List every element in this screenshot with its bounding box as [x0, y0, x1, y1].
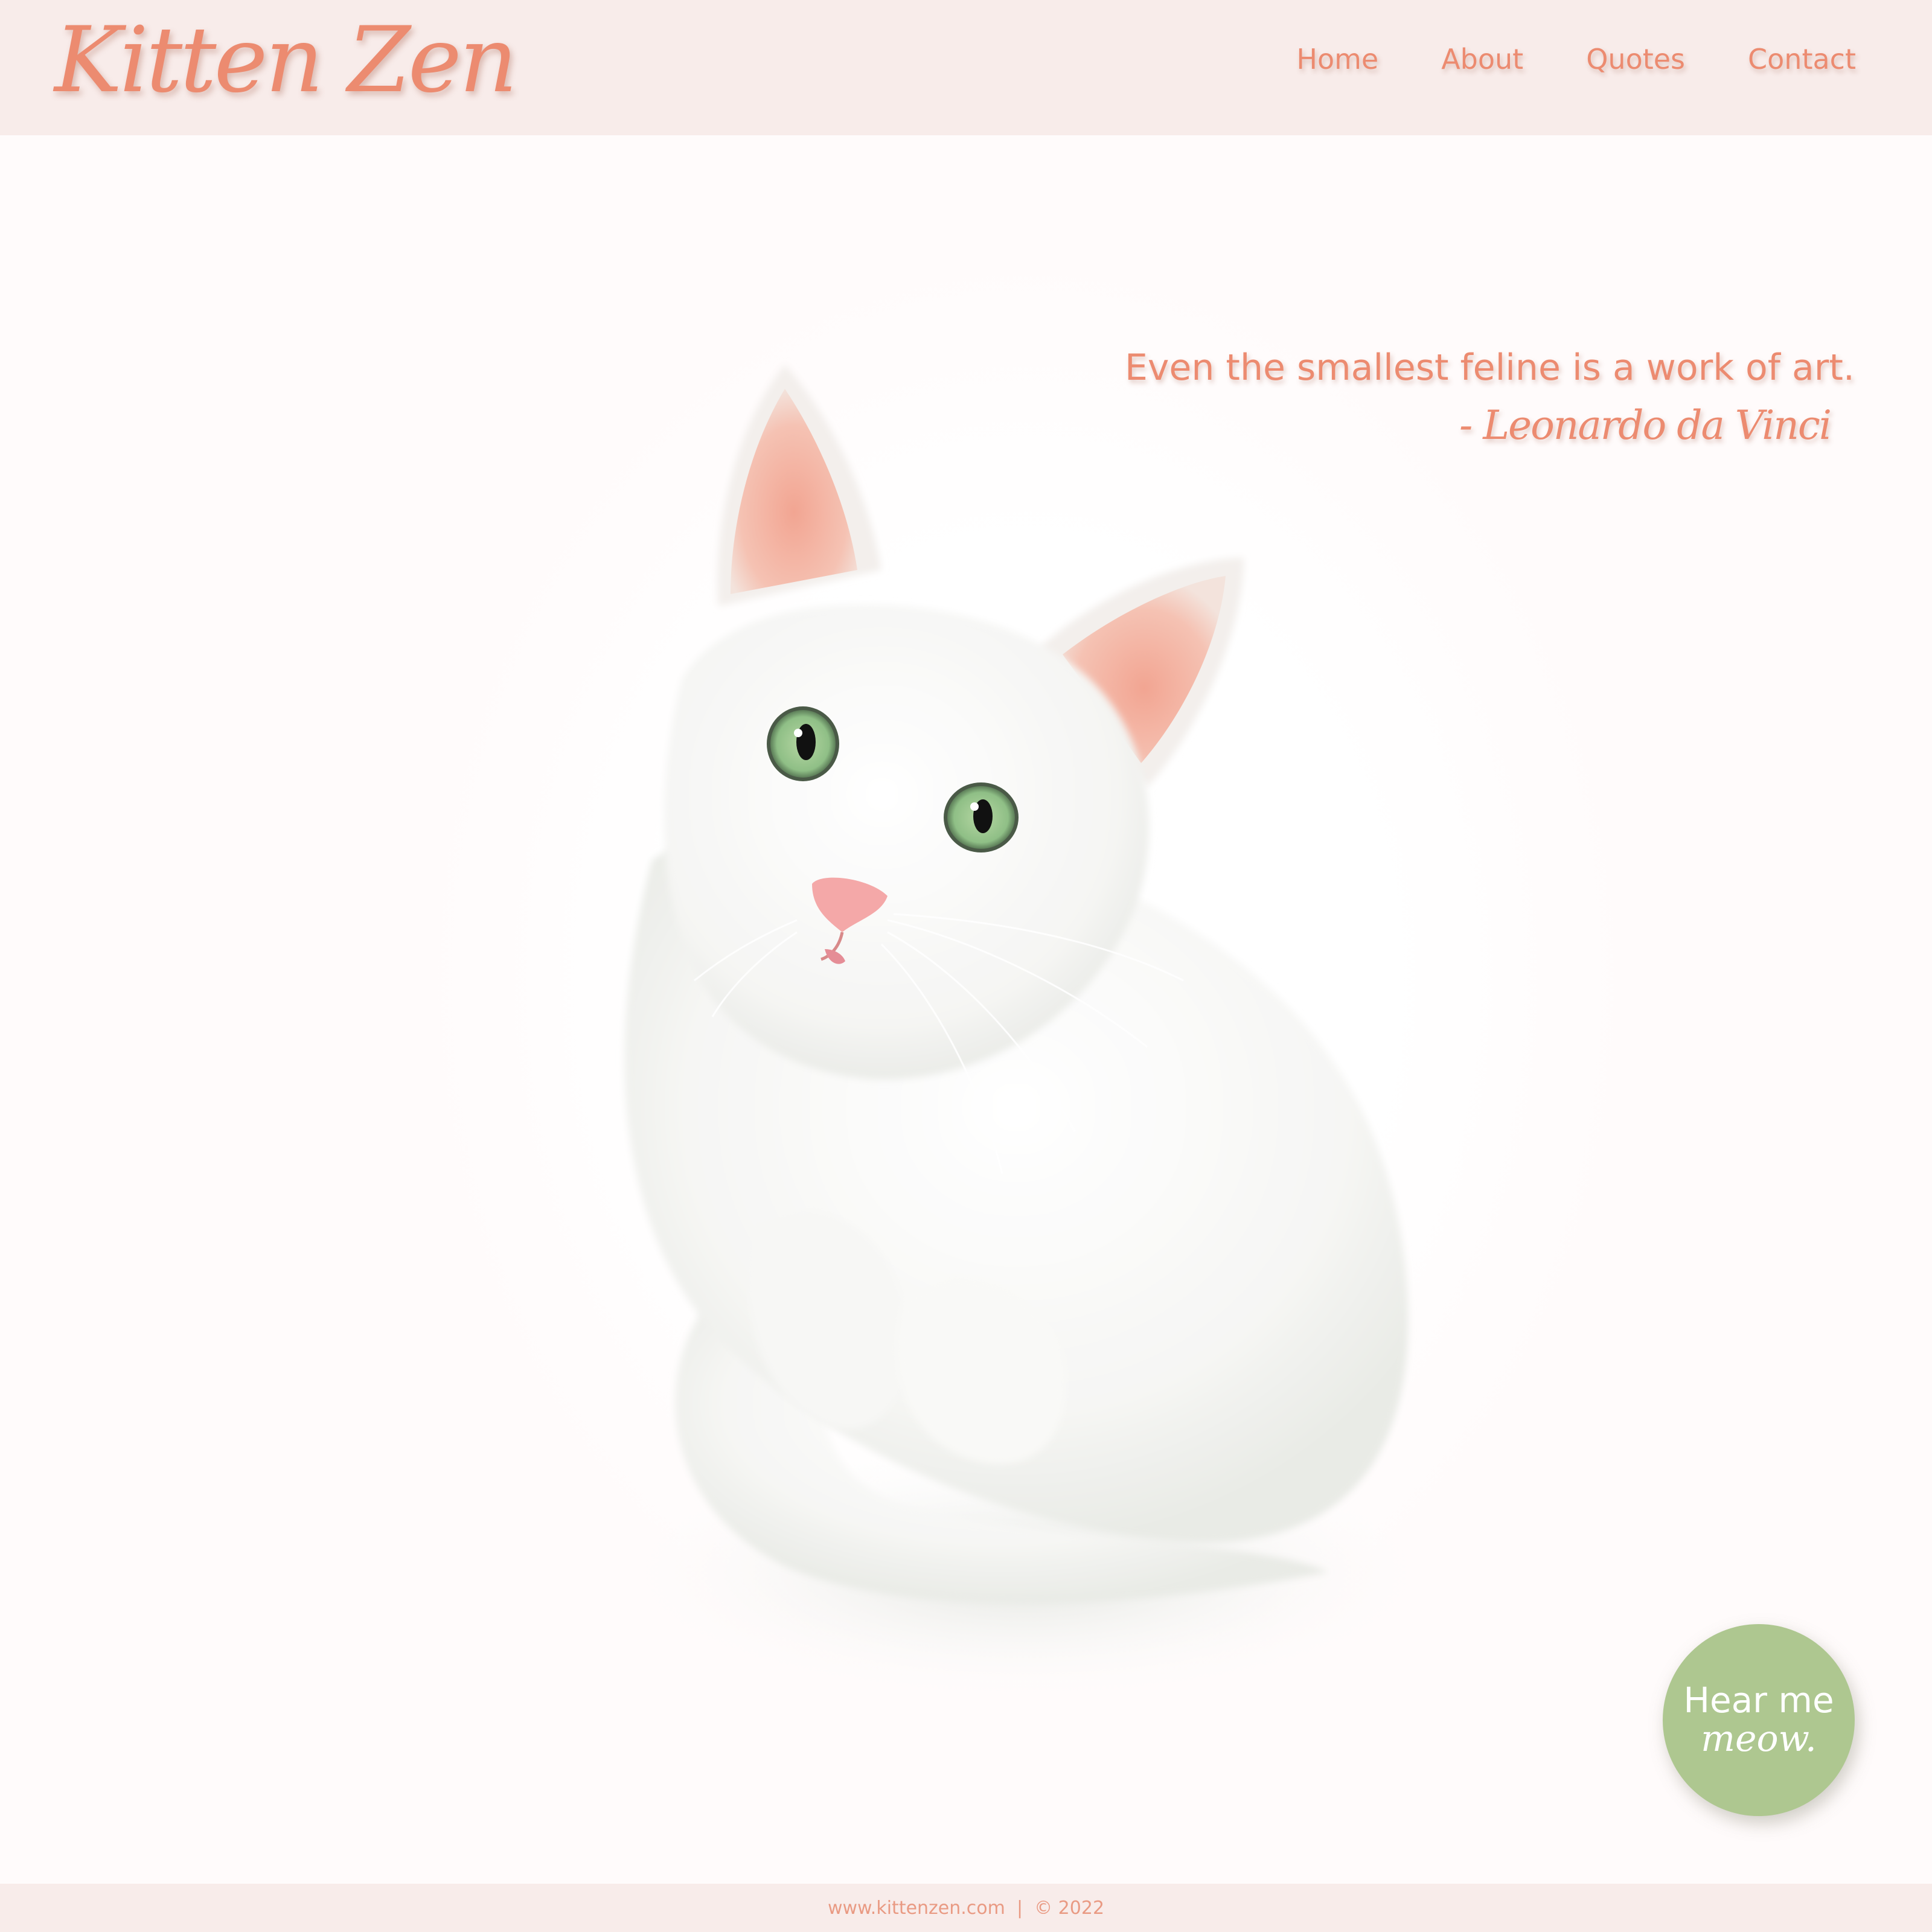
footer-divider: |	[1016, 1897, 1023, 1919]
footer-copyright: © 2022	[1034, 1897, 1105, 1919]
quote-text: Even the smallest feline is a work of ar…	[1125, 347, 1855, 389]
hear-me-meow-button[interactable]: Hear me meow.	[1663, 1624, 1855, 1816]
quote-author: - Leonardo da Vinci	[1459, 402, 1832, 449]
featured-quote: Even the smallest feline is a work of ar…	[1009, 341, 1855, 453]
nav-quotes-link[interactable]: Quotes	[1586, 35, 1685, 83]
footer-url[interactable]: www.kittenzen.com	[828, 1898, 1005, 1919]
nav-home-link[interactable]: Home	[1296, 35, 1378, 83]
meow-button-label-line1: Hear me	[1683, 1680, 1834, 1721]
page: Kitten Zen Home About Quotes Contact Eve…	[0, 0, 1932, 1932]
nav-about-link[interactable]: About	[1441, 35, 1523, 83]
hero-section: Even the smallest feline is a work of ar…	[0, 135, 1932, 1884]
site-logo[interactable]: Kitten Zen	[54, 6, 517, 115]
nav-contact-link[interactable]: Contact	[1748, 35, 1856, 83]
footer-separator-2	[1023, 1898, 1034, 1919]
meow-button-label-line2: meow.	[1701, 1718, 1817, 1760]
main-nav: Home About Quotes Contact	[1296, 35, 1856, 83]
site-header: Kitten Zen Home About Quotes Contact	[0, 0, 1932, 135]
site-footer: www.kittenzen.com | © 2022	[0, 1884, 1932, 1932]
footer-separator	[1005, 1898, 1017, 1919]
